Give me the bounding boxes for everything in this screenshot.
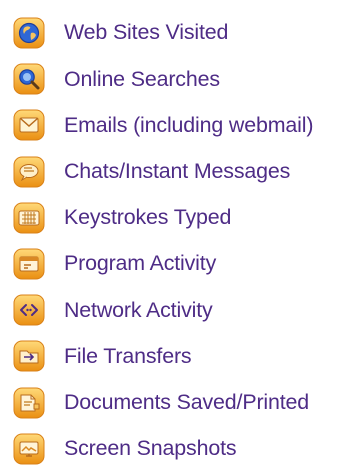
feature-item-documents-saved-printed: Documents Saved/Printed (12, 380, 361, 426)
magnifier-globe-icon (12, 62, 46, 96)
network-arrows-icon (12, 293, 46, 327)
feature-label: Online Searches (64, 66, 220, 91)
feature-label: Network Activity (64, 297, 213, 322)
feature-label: Emails (including webmail) (64, 112, 314, 137)
monitoring-feature-list: Web Sites Visited Online Searches Emails… (12, 10, 361, 472)
feature-item-web-sites-visited: Web Sites Visited (12, 10, 361, 56)
chat-bubble-icon (12, 155, 46, 189)
feature-label: File Transfers (64, 343, 192, 368)
feature-label: Documents Saved/Printed (64, 389, 310, 414)
monitor-snapshot-icon (12, 432, 46, 466)
envelope-icon (12, 108, 46, 142)
keyboard-icon (12, 201, 46, 235)
document-printer-icon (12, 386, 46, 420)
feature-item-screen-snapshots: Screen Snapshots (12, 426, 361, 472)
feature-item-emails: Emails (including webmail) (12, 102, 361, 148)
feature-label: Keystrokes Typed (64, 205, 232, 230)
feature-item-online-searches: Online Searches (12, 56, 361, 102)
feature-label: Chats/Instant Messages (64, 158, 291, 183)
feature-item-keystrokes: Keystrokes Typed (12, 195, 361, 241)
feature-label: Screen Snapshots (64, 436, 237, 461)
globe-icon (12, 16, 46, 50)
feature-label: Program Activity (64, 251, 217, 276)
program-window-icon (12, 247, 46, 281)
feature-label: Web Sites Visited (64, 20, 229, 45)
folder-transfer-icon (12, 339, 46, 373)
feature-item-network-activity: Network Activity (12, 287, 361, 333)
feature-item-chats: Chats/Instant Messages (12, 149, 361, 195)
feature-item-file-transfers: File Transfers (12, 333, 361, 379)
feature-item-program-activity: Program Activity (12, 241, 361, 287)
